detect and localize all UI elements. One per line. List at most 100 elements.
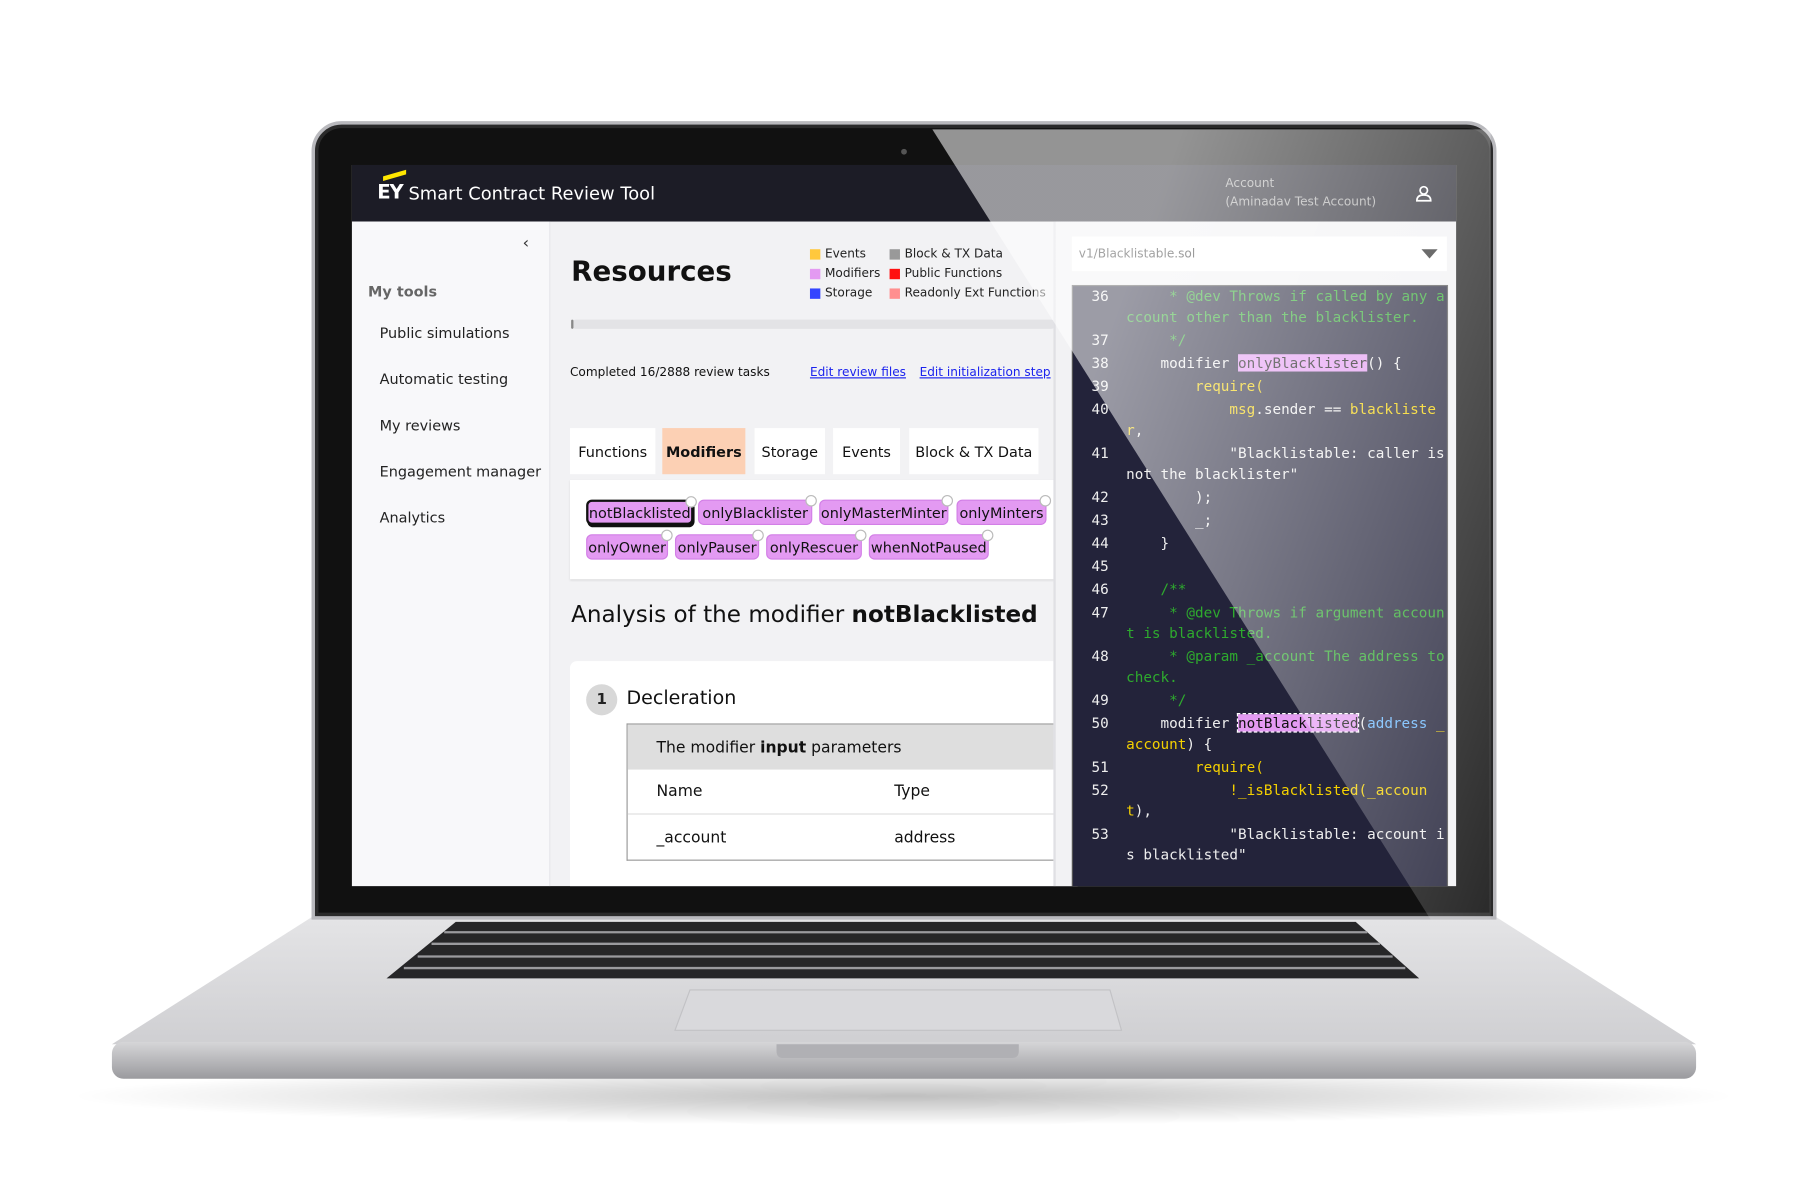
legend-public-functions: Public Functions <box>889 264 1046 284</box>
line-number: 51 <box>1091 758 1109 776</box>
chip-onlyowner[interactable]: onlyOwner <box>586 529 673 560</box>
analysis-modifier-name: notBlacklisted <box>851 599 1038 628</box>
sidebar-item-public-simulations[interactable]: Public simulations <box>380 324 510 341</box>
step-title: Decleration <box>626 686 737 709</box>
sidebar-item-my-reviews[interactable]: My reviews <box>380 417 461 434</box>
code-line: 42 ); <box>1073 487 1447 508</box>
code-token: ), <box>1134 801 1152 820</box>
code-text: * @param _account The address to check. <box>1126 646 1447 688</box>
code-token: ); <box>1126 488 1213 506</box>
code-token: .sender == <box>1255 400 1350 418</box>
chip-onlymasterminter[interactable]: onlyMasterMinter <box>819 494 954 525</box>
table-header-row: Name Type <box>627 770 1065 815</box>
line-number: 47 <box>1091 603 1109 621</box>
code-token: modifier <box>1126 354 1239 372</box>
tab-block-tx-data[interactable]: Block & TX Data <box>909 428 1039 475</box>
ey-logo: EY <box>377 169 407 204</box>
tab-storage[interactable]: Storage <box>754 428 825 475</box>
file-select-value: v1/Blacklistable.sol <box>1078 246 1196 261</box>
code-text: "Blacklistable: account is blacklisted" <box>1126 824 1447 866</box>
line-number: 41 <box>1091 444 1109 462</box>
line-number: 48 <box>1091 647 1109 665</box>
app-screen: EY Smart Contract Review Tool Account (A… <box>351 164 1457 887</box>
line-number: 38 <box>1091 354 1109 372</box>
tab-events[interactable]: Events <box>833 428 900 475</box>
code-line: 43 _; <box>1073 510 1447 531</box>
account-label: Account <box>1225 176 1275 191</box>
code-viewer[interactable]: 36 * @dev Throws if called by any accoun… <box>1071 284 1449 887</box>
code-text: _; <box>1126 510 1447 531</box>
code-line: 49 */ <box>1073 690 1447 711</box>
code-line: 41 "Blacklistable: caller is not the bla… <box>1073 443 1447 485</box>
code-token: * @param _account The address to check. <box>1126 647 1445 686</box>
sidebar: ‹ My tools Public simulations Automatic … <box>351 221 551 887</box>
code-token: address <box>1367 714 1436 732</box>
line-number: 37 <box>1091 331 1109 349</box>
line-number: 50 <box>1091 714 1109 732</box>
account-info[interactable]: Account (Aminadav Test Account) <box>1225 174 1376 211</box>
code-token: * @dev Throws if argument account is bla… <box>1126 603 1445 642</box>
code-text: /** <box>1126 579 1447 600</box>
code-token: ) { <box>1186 734 1213 753</box>
code-line: 39 require( <box>1073 376 1447 397</box>
line-number: 44 <box>1091 534 1109 552</box>
code-token: , <box>1134 421 1144 439</box>
file-select[interactable]: v1/Blacklistable.sol <box>1071 236 1447 272</box>
declaration-card: 1 Decleration The modifier input paramet… <box>569 661 1078 887</box>
code-line: 51 require( <box>1073 757 1447 778</box>
modifier-chip-list: notBlacklisted onlyBlacklister onlyMaste… <box>569 479 1067 580</box>
code-token: _; <box>1126 511 1213 529</box>
line-number: 43 <box>1091 511 1109 529</box>
code-line: 50 modifier notBlacklisted(address _acco… <box>1073 713 1447 755</box>
line-number: 53 <box>1091 824 1109 843</box>
code-token: ( <box>1358 714 1368 732</box>
account-name: (Aminadav Test Account) <box>1225 194 1377 209</box>
code-token: require( <box>1126 377 1264 395</box>
code-token: "Blacklistable: caller is not the blackl… <box>1126 444 1445 483</box>
code-text: require( <box>1126 376 1447 397</box>
code-panel: v1/Blacklistable.sol 36 * @dev Throws if… <box>1053 221 1457 887</box>
legend-col-2: Block & TX Data Public Functions Readonl… <box>889 245 1046 304</box>
webcam <box>901 148 907 155</box>
chip-onlyblacklister[interactable]: onlyBlacklister <box>698 494 817 525</box>
code-text: modifier onlyBlacklister() { <box>1126 353 1447 374</box>
chip-onlyrescuer[interactable]: onlyRescuer <box>766 529 867 560</box>
line-number: 49 <box>1091 691 1109 709</box>
sidebar-section-my-tools: My tools <box>368 282 438 300</box>
top-bar: EY Smart Contract Review Tool Account (A… <box>351 164 1457 222</box>
step-number-badge: 1 <box>586 684 618 716</box>
legend-col-1: Events Modifiers Storage <box>809 245 880 304</box>
code-text: require( <box>1126 757 1447 778</box>
table-row: _account address <box>628 815 1065 860</box>
edit-initialization-step-link[interactable]: Edit initialization step <box>920 366 1051 380</box>
param-type: address <box>894 827 956 847</box>
chip-notblacklisted[interactable]: notBlacklisted <box>586 496 697 525</box>
analysis-heading: Analysis of the modifier notBlacklisted <box>571 599 1038 628</box>
chip-whennotpaused[interactable]: whenNotPaused <box>868 529 994 560</box>
chip-onlypauser[interactable]: onlyPauser <box>674 529 764 560</box>
edit-review-files-link[interactable]: Edit review files <box>810 366 906 380</box>
tab-modifiers[interactable]: Modifiers <box>662 428 746 475</box>
review-progress-text: Completed 16/2888 review tasks <box>569 365 770 380</box>
code-text: */ <box>1126 690 1447 711</box>
code-token: */ <box>1126 331 1187 349</box>
chip-onlyminters[interactable]: onlyMinters <box>956 494 1052 525</box>
sidebar-item-automatic-testing[interactable]: Automatic testing <box>380 370 509 387</box>
code-line: 48 * @param _account The address to chec… <box>1073 646 1447 688</box>
sidebar-item-analytics[interactable]: Analytics <box>380 509 445 526</box>
code-text: } <box>1126 533 1447 554</box>
code-token: /** <box>1126 580 1187 598</box>
input-parameters-table: The modifier input parameters Name Type _… <box>626 723 1065 861</box>
user-icon[interactable] <box>1415 185 1433 203</box>
code-line: 53 "Blacklistable: account is blackliste… <box>1073 824 1447 866</box>
code-token: modifier <box>1126 714 1239 732</box>
tab-functions[interactable]: Functions <box>569 428 656 475</box>
collapse-chevron-icon[interactable]: ‹ <box>523 234 529 252</box>
sidebar-item-engagement-manager[interactable]: Engagement manager <box>380 463 541 480</box>
line-number: 46 <box>1091 580 1109 598</box>
code-text: modifier notBlacklisted(address _account… <box>1126 713 1447 755</box>
code-line: 52 !_isBlacklisted(_account), <box>1073 780 1447 822</box>
code-line: 37 */ <box>1073 330 1447 351</box>
line-number: 36 <box>1091 287 1109 305</box>
